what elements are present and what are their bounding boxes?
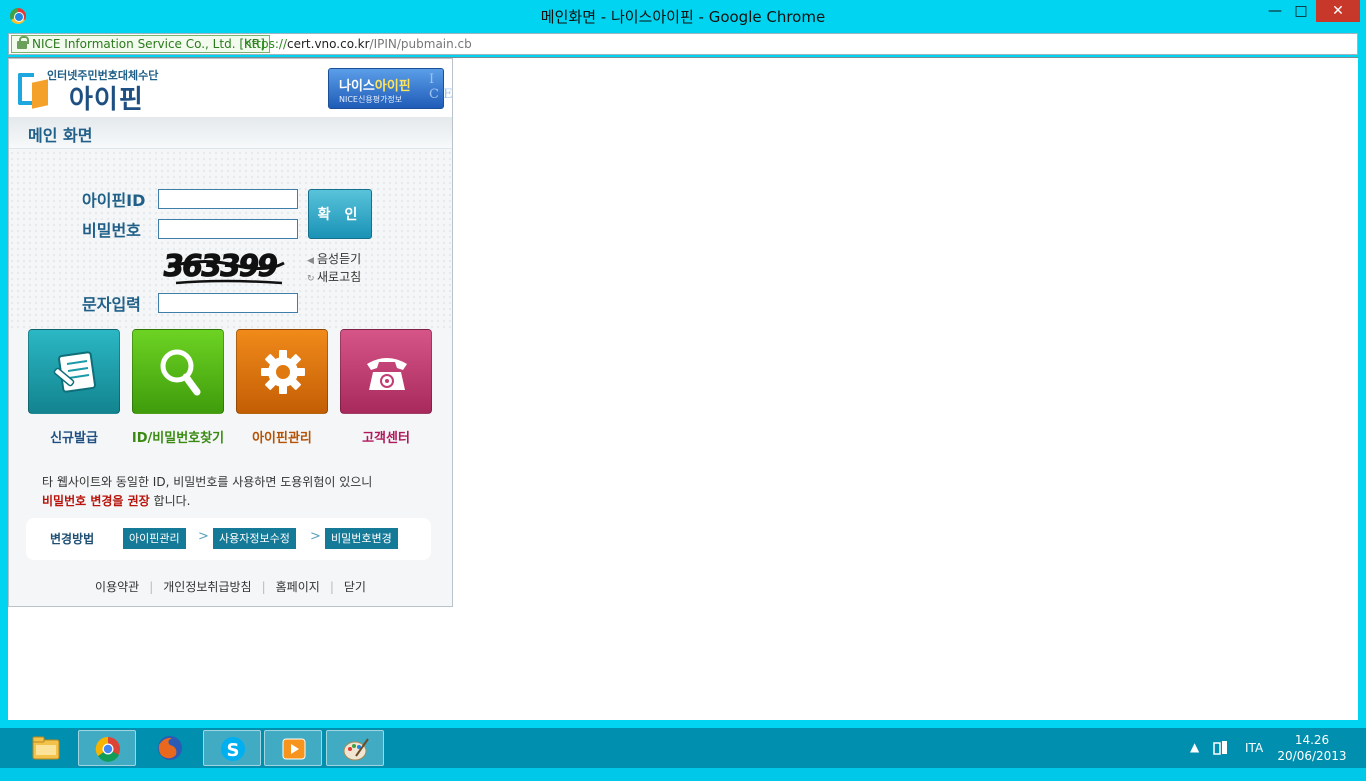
taskbar-firefox[interactable]	[141, 730, 199, 766]
tile-new-issue[interactable]	[28, 329, 120, 414]
step-edit-user-info: 사용자정보수정	[213, 528, 296, 549]
login-form: 아이핀ID 비밀번호 확 인 363399 ◀ 음성듣기 ↻ 새로고침 문자입력	[9, 150, 452, 330]
taskbar-skype[interactable]: S	[203, 730, 261, 766]
taskbar-chrome[interactable]	[78, 730, 136, 766]
page-viewport: 인터넷주민번호대체수단 아이핀 나이스아이핀 NICE신용평가정보 I C E …	[8, 57, 1358, 720]
url-host: cert.vno.co.kr	[287, 37, 370, 51]
footer-links: 이용약관 | 개인정보취급방침 | 홈페이지 | 닫기	[9, 578, 452, 595]
ipin-logo-icon	[18, 73, 48, 109]
captcha-label: 문자입력	[82, 295, 141, 314]
refresh-icon: ↻	[307, 274, 315, 284]
nice-badge-letters: I C E	[429, 72, 453, 102]
captcha-text: 363399	[162, 249, 280, 284]
lock-icon	[17, 36, 29, 49]
taskbar-file-explorer[interactable]	[17, 730, 75, 766]
tile-find-id-password[interactable]	[132, 329, 224, 414]
taskbar: S ▲ ITA 14.26 20/06/2013	[0, 728, 1366, 768]
page-title: 메인 화면	[28, 126, 93, 145]
terms-link[interactable]: 이용약관	[85, 578, 149, 595]
captcha-input[interactable]	[158, 293, 298, 313]
chrome-icon	[95, 736, 120, 762]
close-link[interactable]: 닫기	[334, 578, 376, 595]
privacy-policy-link[interactable]: 개인정보취급방침	[153, 578, 261, 595]
step-arrow: >	[310, 529, 321, 544]
homepage-link[interactable]: 홈페이지	[266, 578, 330, 595]
password-input[interactable]	[158, 219, 298, 239]
security-notice: 타 웹사이트와 동일한 ID, 비밀번호를 사용하면 도용위험이 있으니 비밀번…	[42, 473, 372, 511]
id-label: 아이핀ID	[82, 191, 146, 210]
paint-icon	[343, 738, 369, 761]
url-path: /IPIN/pubmain.cb	[369, 37, 472, 51]
address-bar[interactable]: NICE Information Service Co., Ltd. [KR] …	[8, 33, 1358, 55]
nice-badge-title: 나이스아이핀	[339, 75, 411, 94]
change-method-box: 변경방법 아이핀관리 > 사용자정보수정 > 비밀번호변경	[26, 518, 431, 560]
language-indicator[interactable]: ITA	[1245, 741, 1263, 781]
confirm-button[interactable]: 확 인	[308, 189, 372, 239]
id-input[interactable]	[158, 189, 298, 209]
listen-audio-label: 음성듣기	[317, 252, 362, 266]
tray-expand-icon[interactable]: ▲	[1190, 740, 1199, 780]
header: 인터넷주민번호대체수단 아이핀 나이스아이핀 NICE신용평가정보 I C E	[9, 59, 452, 117]
notice-rest: 합니다.	[149, 494, 191, 508]
network-power-icon[interactable]	[1212, 739, 1230, 757]
ipin-popup: 인터넷주민번호대체수단 아이핀 나이스아이핀 NICE신용평가정보 I C E …	[8, 58, 453, 607]
refresh-captcha-link[interactable]: ↻ 새로고침	[307, 268, 361, 285]
gear-icon	[261, 350, 305, 394]
url-text[interactable]: https://cert.vno.co.kr/IPIN/pubmain.cb	[244, 37, 472, 51]
tile-new-issue-label[interactable]: 신규발급	[14, 427, 134, 446]
notice-highlight: 비밀번호 변경을 권장	[42, 494, 150, 508]
tile-find-id-password-label[interactable]: ID/비밀번호찾기	[118, 427, 238, 446]
change-method-label: 변경방법	[50, 532, 95, 546]
tile-customer-center-label[interactable]: 고객센터	[326, 427, 446, 446]
url-scheme: https://	[244, 37, 288, 51]
page-title-bar: 메인 화면	[9, 117, 452, 149]
nice-badge-prefix: 나이스	[339, 79, 375, 94]
notice-line1: 타 웹사이트와 동일한 ID, 비밀번호를 사용하면 도용위험이 있으니	[42, 475, 373, 489]
title-bar[interactable]: 메인화면 - 나이스아이핀 - Google Chrome — □ ✕	[0, 0, 1366, 31]
password-label: 비밀번호	[82, 221, 141, 240]
nice-badge-subtitle: NICE신용평가정보	[339, 95, 403, 104]
clock-time: 14.26	[1294, 733, 1330, 747]
ev-certificate-name: NICE Information Service Co., Ltd. [KR]	[32, 37, 265, 51]
close-button[interactable]: ✕	[1316, 0, 1360, 22]
magnifier-icon	[160, 349, 201, 396]
listen-audio-link[interactable]: ◀ 음성듣기	[307, 250, 361, 267]
window-title: 메인화면 - 나이스아이핀 - Google Chrome	[540, 8, 826, 26]
telephone-icon	[367, 358, 407, 390]
svg-text:S: S	[227, 740, 240, 761]
taskbar-paint[interactable]	[326, 730, 384, 766]
taskbar-media-player[interactable]	[264, 730, 322, 766]
tile-ipin-management[interactable]	[236, 329, 328, 414]
firefox-icon	[158, 736, 182, 760]
file-explorer-icon	[32, 736, 60, 760]
notice-line2: 비밀번호 변경을 권장 합니다.	[42, 492, 372, 511]
maximize-button[interactable]: □	[1288, 0, 1314, 22]
speaker-icon: ◀	[307, 256, 314, 266]
nice-ipin-badge: 나이스아이핀 NICE신용평가정보 I C E	[328, 68, 452, 109]
step-ipin-management: 아이핀관리	[123, 528, 186, 549]
logo-name: 아이핀	[69, 85, 144, 115]
document-pen-icon	[53, 351, 96, 393]
minimize-button[interactable]: —	[1262, 0, 1288, 22]
refresh-captcha-label: 새로고침	[317, 270, 362, 284]
ev-certificate-badge[interactable]: NICE Information Service Co., Ltd. [KR]	[11, 35, 270, 53]
media-player-icon	[282, 738, 306, 760]
captcha-image: 363399	[162, 249, 285, 284]
step-change-password: 비밀번호변경	[325, 528, 398, 549]
tile-ipin-management-label[interactable]: 아이핀관리	[222, 427, 342, 446]
nice-badge-highlight: 아이핀	[374, 79, 411, 94]
system-clock[interactable]: 14.26 20/06/2013	[1276, 732, 1348, 764]
skype-icon: S	[221, 737, 245, 761]
step-arrow: >	[198, 529, 209, 544]
browser-window: 메인화면 - 나이스아이핀 - Google Chrome — □ ✕ NICE…	[0, 0, 1366, 728]
tile-customer-center[interactable]	[340, 329, 432, 414]
menu-tiles: 신규발급 ID/비밀번호찾기 아이핀관리 고객센터	[28, 329, 438, 449]
clock-date: 20/06/2013	[1277, 749, 1347, 763]
